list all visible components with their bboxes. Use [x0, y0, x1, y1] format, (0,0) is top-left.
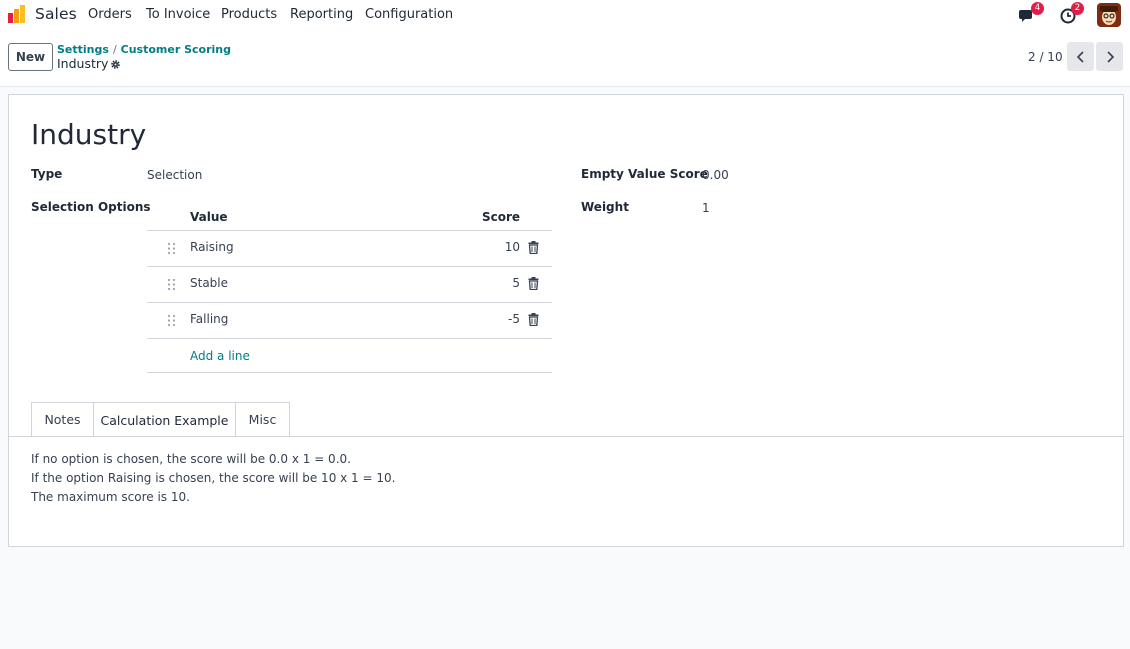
activities-button[interactable]: 2	[1059, 2, 1084, 24]
option-score[interactable]: 5	[512, 276, 520, 290]
user-avatar[interactable]	[1097, 3, 1121, 27]
option-score[interactable]: 10	[505, 240, 520, 254]
table-row[interactable]: Raising 10	[147, 231, 552, 266]
drag-handle-icon[interactable]	[167, 314, 176, 327]
gear-icon[interactable]	[110, 59, 121, 70]
table-row[interactable]: Falling -5	[147, 303, 552, 338]
breadcrumb-separator: /	[112, 43, 117, 56]
breadcrumb: Settings / Customer Scoring	[57, 43, 231, 56]
pager-value[interactable]: 2 / 10	[1028, 50, 1063, 64]
messages-badge: 4	[1031, 2, 1044, 15]
chevron-left-icon	[1076, 50, 1084, 63]
record-title: Industry	[57, 56, 109, 71]
calculation-line: If the option Raising is chosen, the sco…	[31, 471, 396, 485]
column-header-score[interactable]: Score	[482, 210, 520, 224]
app-name[interactable]: Sales	[35, 5, 77, 23]
control-panel: New Settings / Customer Scoring Industry 2…	[0, 30, 1130, 87]
option-value[interactable]: Stable	[190, 276, 228, 290]
drag-handle-icon[interactable]	[167, 242, 176, 255]
menu-orders[interactable]: Orders	[88, 7, 132, 22]
menu-to-invoice[interactable]: To Invoice	[146, 7, 210, 22]
breadcrumb-settings[interactable]: Settings	[57, 43, 109, 56]
tabs-divider	[9, 436, 1123, 437]
empty-value-score-value[interactable]: 0.00	[702, 168, 729, 182]
option-value[interactable]: Raising	[190, 240, 234, 254]
empty-value-score-label: Empty Value Score	[581, 167, 708, 181]
messages-button[interactable]: 4	[1019, 2, 1044, 24]
menu-reporting[interactable]: Reporting	[290, 7, 353, 22]
menu-products[interactable]: Products	[221, 7, 277, 22]
user-avatar-image	[1097, 3, 1121, 27]
calculation-line: If no option is chosen, the score will b…	[31, 452, 351, 466]
top-navbar: Sales Orders To Invoice Products Reporti…	[0, 0, 1130, 30]
chevron-right-icon	[1106, 50, 1114, 63]
breadcrumb-customer-scoring[interactable]: Customer Scoring	[121, 43, 231, 56]
form-sheet: Industry Type Selection Selection Option…	[8, 94, 1124, 547]
add-line-link[interactable]: Add a line	[190, 349, 250, 363]
option-score[interactable]: -5	[508, 312, 520, 326]
drag-handle-icon[interactable]	[167, 278, 176, 291]
new-button[interactable]: New	[8, 43, 53, 71]
column-header-value[interactable]: Value	[190, 210, 228, 224]
sales-app-icon[interactable]	[7, 4, 27, 24]
type-value[interactable]: Selection	[147, 168, 202, 182]
menu-configuration[interactable]: Configuration	[365, 7, 453, 22]
form-title[interactable]: Industry	[31, 118, 146, 151]
tab-notes[interactable]: Notes	[31, 402, 94, 436]
add-line-row: Add a line	[147, 339, 552, 374]
table-divider	[147, 372, 552, 373]
table-row[interactable]: Stable 5	[147, 267, 552, 302]
weight-value[interactable]: 1	[702, 201, 710, 215]
trash-icon[interactable]	[528, 277, 539, 290]
pager-next-button[interactable]	[1096, 42, 1123, 71]
tab-misc[interactable]: Misc	[235, 402, 290, 436]
trash-icon[interactable]	[528, 313, 539, 326]
option-value[interactable]: Falling	[190, 312, 228, 326]
type-label: Type	[31, 167, 63, 181]
calculation-line: The maximum score is 10.	[31, 490, 190, 504]
tab-calculation-example[interactable]: Calculation Example	[93, 402, 236, 437]
pager-previous-button[interactable]	[1067, 42, 1094, 71]
selection-options-label: Selection Options	[31, 200, 151, 214]
weight-label: Weight	[581, 200, 629, 214]
trash-icon[interactable]	[528, 241, 539, 254]
activities-badge: 2	[1071, 2, 1084, 15]
